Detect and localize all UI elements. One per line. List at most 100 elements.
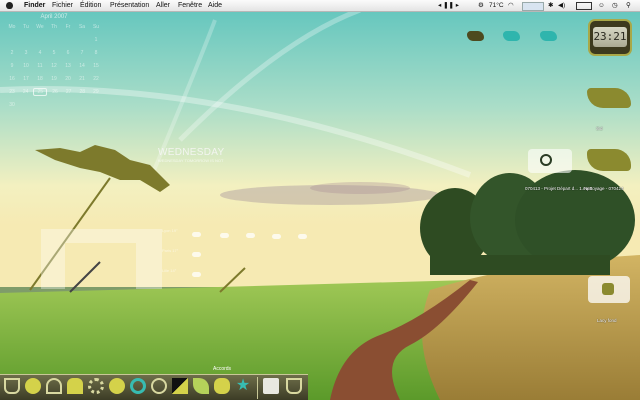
cpu-monitor-icon[interactable]	[522, 2, 544, 11]
drive-icon[interactable]	[503, 31, 520, 41]
c-logo-icon[interactable]	[130, 378, 146, 394]
calendar-day[interactable]: 25	[33, 87, 48, 96]
cloud-icon	[298, 234, 307, 239]
weather-row: Lyon 19°	[162, 228, 178, 233]
dock-separator	[257, 377, 258, 399]
day-name: WEDNESDAY	[158, 147, 225, 158]
calendar-day[interactable]: 3	[20, 50, 32, 56]
music-icon	[540, 154, 552, 166]
calendar-day[interactable]: 5	[48, 50, 60, 56]
calendar-day[interactable]: 23	[6, 89, 18, 95]
gear-icon[interactable]: ⚙	[478, 0, 484, 11]
disk-icon[interactable]	[587, 149, 631, 171]
calendar-day[interactable]: 18	[34, 76, 46, 82]
finder-icon[interactable]	[4, 378, 20, 394]
cloud-icon	[220, 233, 229, 238]
app-menu[interactable]: Finder	[24, 0, 45, 11]
spotlight-icon[interactable]: ⚲	[626, 0, 631, 11]
disk-icon[interactable]	[587, 88, 631, 108]
calendar-day[interactable]: 14	[76, 63, 88, 69]
calendar-day[interactable]: 21	[76, 76, 88, 82]
leaf-icon[interactable]	[193, 378, 209, 394]
desktop-item-label: Lacy fond	[597, 318, 617, 323]
menu-edition[interactable]: Édition	[80, 0, 101, 11]
calendar-week: 23 24 25 26 27 28 29	[4, 85, 104, 98]
calendar-week: 2345678	[4, 46, 104, 59]
calendar-week: 9 10 11 12 13 14 15	[4, 59, 104, 72]
document-icon[interactable]	[588, 276, 630, 303]
cloud-icon	[272, 234, 281, 239]
weather-row: Paris 17°	[162, 248, 179, 253]
day-subtitle: WEDNESDAY TOMORROW IS NOT	[158, 158, 224, 163]
arch-icon[interactable]	[46, 378, 62, 394]
bluetooth-icon[interactable]: ✱	[548, 0, 553, 11]
calendar-day[interactable]: 24	[20, 89, 32, 95]
user-icon[interactable]: ☺	[598, 0, 605, 11]
split-icon[interactable]	[172, 378, 188, 394]
clock-widget[interactable]: 23:21	[588, 19, 632, 56]
calendar-day[interactable]: 10	[20, 63, 32, 69]
flower-icon[interactable]	[88, 378, 104, 394]
trash-icon[interactable]	[286, 378, 302, 394]
calendar-week: 30	[4, 98, 104, 111]
calendar-day[interactable]: 8	[90, 50, 102, 56]
menu-bar: Finder Fichier Édition Présentation Alle…	[0, 0, 640, 12]
calendar-day[interactable]: 27	[63, 89, 75, 95]
calendar-day[interactable]: 17	[20, 76, 32, 82]
cloud-icon	[192, 232, 201, 237]
drive-icon[interactable]	[540, 31, 557, 41]
star-icon[interactable]: ★	[235, 378, 251, 394]
audio-file-icon[interactable]	[528, 149, 572, 173]
calendar-day[interactable]: 6	[62, 50, 74, 56]
cloud-icon	[192, 272, 201, 277]
calendar-day[interactable]: 26	[49, 89, 61, 95]
printer-icon[interactable]	[263, 378, 279, 394]
flower-icon	[602, 283, 614, 295]
calendar-day[interactable]: 4	[34, 50, 46, 56]
volume-icon[interactable]: ◀)	[558, 0, 565, 11]
apple-menu-icon[interactable]	[6, 2, 13, 9]
media-controls-icon[interactable]: ◂ ❚❚ ▸	[438, 0, 459, 11]
gear-icon[interactable]	[109, 378, 125, 394]
calendar-widget[interactable]: April 2007 Mo Tu We Th Fr Sa Su 1 2 3 4 5 6 7 8 9 10 11 1…	[4, 14, 104, 111]
menu-aller[interactable]: Aller	[156, 0, 170, 11]
calendar-grid: 1 2 3 4 5 6 7 8 9 10 11 12 13 14 15 16 17 18 19 20 21 22 23 24 2…	[4, 33, 104, 111]
menu-fichier[interactable]: Fichier	[52, 0, 73, 11]
calendar-day[interactable]: 29	[90, 89, 102, 95]
menu-fenetre[interactable]: Fenêtre	[178, 0, 202, 11]
wifi-icon[interactable]: ◠	[508, 0, 514, 11]
calendar-day[interactable]: 2	[6, 50, 18, 56]
clock-icon[interactable]: ◷	[612, 0, 618, 11]
clock-time: 23:21	[593, 27, 627, 47]
dock: ★	[0, 374, 308, 400]
dock-label: Accords	[213, 366, 232, 372]
calendar-day[interactable]: 30	[6, 102, 18, 108]
calendar-day[interactable]: 19	[48, 76, 60, 82]
calendar-day[interactable]: 7	[76, 50, 88, 56]
cloud-icon	[246, 233, 255, 238]
calendar-day[interactable]: 15	[90, 63, 102, 69]
weather-row: Lille 14°	[162, 268, 177, 273]
menu-presentation[interactable]: Présentation	[110, 0, 149, 11]
pie-icon[interactable]	[25, 378, 41, 394]
calendar-day[interactable]: 12	[48, 63, 60, 69]
calendar-day[interactable]: 11	[34, 63, 46, 69]
sun-icon[interactable]	[151, 378, 167, 394]
menu-aide[interactable]: Aide	[208, 0, 222, 11]
calendar-day[interactable]: 28	[76, 89, 88, 95]
desktop-item-label: Sid	[596, 126, 603, 131]
calendar-day[interactable]: 22	[90, 76, 102, 82]
desktop: April 2007 Mo Tu We Th Fr Sa Su 1 2 3 4 5 6 7 8 9 10 11 1…	[0, 0, 640, 400]
calendar-day[interactable]: 9	[6, 63, 18, 69]
calendar-day[interactable]: 13	[62, 63, 74, 69]
calendar-weekdays: Mo Tu We Th Fr Sa Su	[8, 23, 100, 30]
bell-icon[interactable]	[67, 378, 83, 394]
temperature-readout[interactable]: 71°C	[489, 0, 504, 11]
calendar-day[interactable]: 16	[6, 76, 18, 82]
clover-icon[interactable]	[214, 378, 230, 394]
battery-icon[interactable]	[576, 2, 592, 10]
calendar-day[interactable]: 1	[90, 37, 102, 43]
drive-icon[interactable]	[467, 31, 484, 41]
day-widget: WEDNESDAY WEDNESDAY TOMORROW IS NOT	[158, 147, 224, 163]
calendar-day[interactable]: 20	[62, 76, 74, 82]
